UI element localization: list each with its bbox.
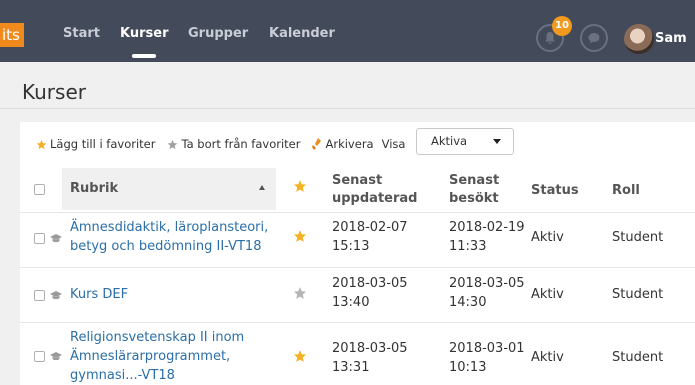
status-cell: Aktiv: [531, 230, 564, 245]
row-checkbox[interactable]: [34, 233, 45, 244]
status-filter-value: Aktiva: [431, 134, 468, 148]
course-title-link[interactable]: Religionsvetenskap II inom Ämneslärarpro…: [70, 328, 244, 385]
favorite-column-star-icon[interactable]: [293, 179, 307, 193]
active-nav-indicator: [132, 54, 156, 58]
updated-cell: 2018-03-05 13:31: [332, 341, 408, 375]
chat-bubble-icon: [588, 33, 600, 44]
status-filter-select[interactable]: Aktiva: [416, 128, 514, 155]
add-favorite-button[interactable]: Lägg till i favoriter: [36, 137, 155, 151]
its-logo[interactable]: its: [0, 23, 24, 47]
caret-down-icon: [493, 139, 501, 144]
remove-favorite-label: Ta bort från favoriter: [181, 137, 301, 151]
updated-cell: 2018-02-07 15:13: [332, 220, 408, 254]
visited-cell: 2018-02-19 11:33: [449, 220, 525, 254]
favorite-star-icon[interactable]: [293, 286, 307, 300]
row-checkbox[interactable]: [34, 351, 45, 362]
rubrik-header[interactable]: Rubrik: [70, 180, 118, 198]
courses-toolbar: Lägg till i favoriter Ta bort från favor…: [36, 134, 417, 154]
updated-cell: 2018-03-05 13:40: [332, 276, 408, 310]
top-navigation-bar: its Start Kurser Grupper Kalender 10 Sam: [0, 0, 695, 62]
visited-cell: 2018-03-01 10:13: [449, 341, 525, 375]
user-name[interactable]: Sam: [655, 31, 687, 46]
messages-button[interactable]: [580, 24, 608, 52]
graduation-cap-icon: [50, 352, 62, 361]
archive-label: Arkivera: [325, 137, 374, 151]
course-title-link[interactable]: Kurs DEF: [70, 285, 128, 304]
nav-item-start[interactable]: Start: [63, 26, 100, 41]
row-divider: [20, 322, 695, 323]
star-outline-icon: [168, 139, 178, 149]
role-header[interactable]: Roll: [612, 182, 640, 200]
star-icon: [36, 139, 47, 149]
header-divider: [0, 108, 695, 109]
graduation-cap-icon: [50, 234, 62, 243]
status-header[interactable]: Status: [531, 182, 579, 200]
header-row-divider: [20, 212, 695, 213]
updated-header[interactable]: Senast uppdaterad: [332, 172, 417, 208]
show-label: Visa: [381, 137, 406, 151]
row-divider: [20, 267, 695, 268]
select-all-checkbox[interactable]: [34, 184, 45, 195]
nav-item-kurser[interactable]: Kurser: [120, 26, 168, 41]
role-cell: Student: [612, 287, 664, 302]
nav-item-grupper[interactable]: Grupper: [188, 26, 248, 41]
favorite-star-icon[interactable]: [293, 349, 307, 363]
visited-cell: 2018-03-05 14:30: [449, 276, 525, 310]
visited-header[interactable]: Senast besökt: [449, 172, 499, 208]
archive-button[interactable]: Arkivera: [312, 137, 374, 151]
archive-hand-icon: [312, 138, 322, 150]
sort-up-icon[interactable]: [258, 184, 266, 192]
nav-item-kalender[interactable]: Kalender: [269, 26, 335, 41]
notification-count-badge: 10: [552, 16, 572, 36]
remove-favorite-button[interactable]: Ta bort från favoriter: [167, 137, 300, 151]
favorite-star-icon[interactable]: [293, 229, 307, 243]
course-title-link[interactable]: Ämnesdidaktik, läroplansteori, betyg och…: [70, 218, 268, 256]
graduation-cap-icon: [50, 291, 62, 300]
row-checkbox[interactable]: [34, 290, 45, 301]
status-cell: Aktiv: [531, 287, 564, 302]
role-cell: Student: [612, 230, 664, 245]
user-avatar[interactable]: [624, 24, 654, 54]
add-favorite-label: Lägg till i favoriter: [50, 137, 156, 151]
role-cell: Student: [612, 350, 664, 365]
status-cell: Aktiv: [531, 350, 564, 365]
page-title: Kurser: [22, 80, 86, 104]
